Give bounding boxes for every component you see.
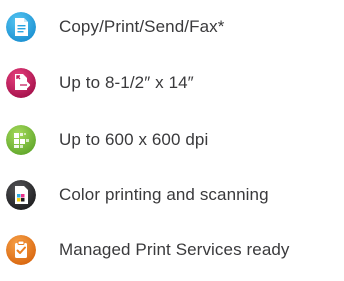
feature-label: Up to 600 x 600 dpi (59, 130, 209, 149)
feature-item-color-printing: Color printing and scanning (0, 175, 344, 215)
feature-item-resolution: Up to 600 x 600 dpi (0, 120, 344, 160)
feature-list: Copy/Print/Send/Fax* Up to 8-1/2″ x 14″ (0, 0, 344, 281)
feature-item-copy-print-send-fax: Copy/Print/Send/Fax* (0, 7, 344, 47)
managed-print-icon (6, 235, 36, 265)
color-printing-icon (6, 180, 36, 210)
resolution-icon (6, 125, 36, 155)
feature-item-page-size: Up to 8-1/2″ x 14″ (0, 63, 344, 103)
feature-item-managed-print: Managed Print Services ready (0, 230, 344, 270)
feature-label: Up to 8-1/2″ x 14″ (59, 73, 194, 92)
feature-label: Color printing and scanning (59, 185, 269, 204)
document-icon (6, 12, 36, 42)
feature-label: Managed Print Services ready (59, 240, 290, 259)
feature-label: Copy/Print/Send/Fax* (59, 17, 225, 36)
page-size-icon (6, 68, 36, 98)
